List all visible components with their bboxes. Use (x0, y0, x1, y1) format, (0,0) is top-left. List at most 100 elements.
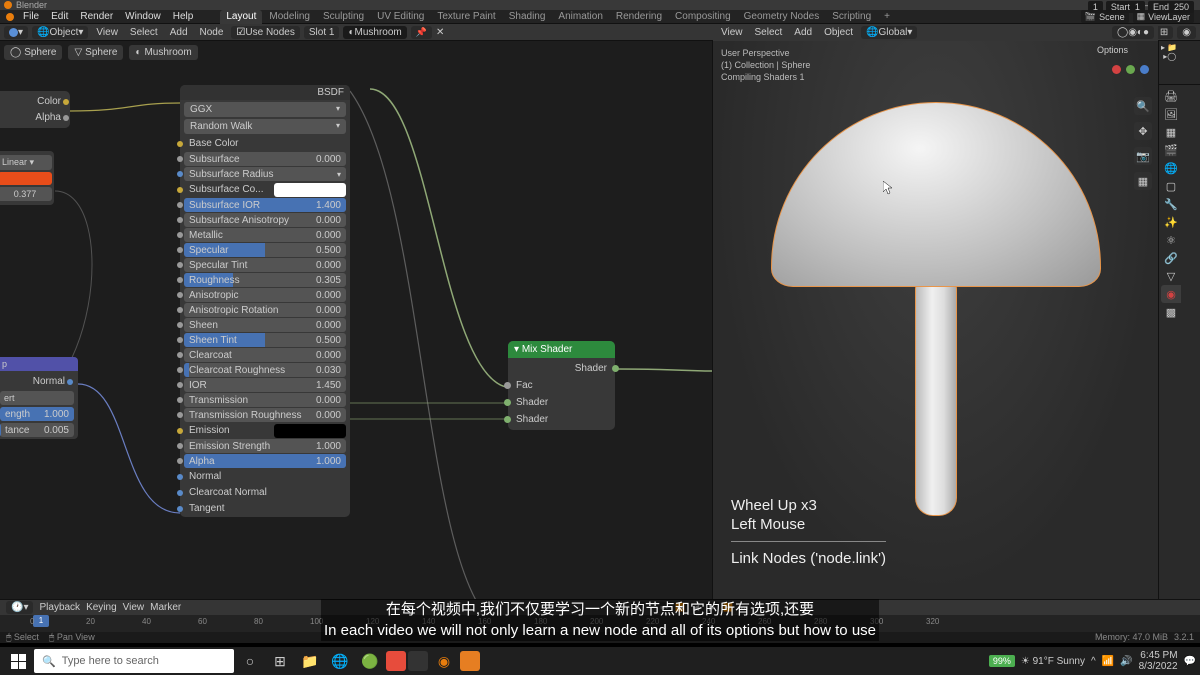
menu-edit[interactable]: Edit (46, 11, 73, 22)
output-tab-icon[interactable]: 🖼 (1161, 105, 1181, 123)
bsdf-emission-strength[interactable]: Emission Strength1.000 (184, 439, 346, 453)
menu-render[interactable]: Render (75, 11, 118, 22)
object-tab-icon[interactable]: ▢ (1161, 177, 1181, 195)
color-swatch[interactable] (0, 172, 52, 185)
bsdf-transmission-roughness[interactable]: Transmission Roughness0.000 (184, 408, 346, 422)
node-editor[interactable]: ◯Sphere ▽Sphere ◐Mushroom Color Alpha Li… (0, 41, 712, 599)
node-node-menu[interactable]: Node (196, 27, 228, 38)
scene-tab-icon[interactable]: 🎬 (1161, 141, 1181, 159)
pin-icon[interactable]: 📌 (411, 26, 432, 39)
normal-map-node[interactable]: p Normal ert ength1.000 tance0.005 (0, 357, 78, 439)
bsdf-anisotropic[interactable]: Anisotropic0.000 (184, 288, 346, 302)
bsdf-metallic[interactable]: Metallic0.000 (184, 228, 346, 242)
perspective-icon[interactable]: ▦ (1134, 172, 1152, 190)
move-icon[interactable]: ✥ (1134, 122, 1152, 140)
node-view-menu[interactable]: View (92, 27, 122, 38)
viewlayer-tab-icon[interactable]: ▦ (1161, 123, 1181, 141)
tl-view-menu[interactable]: View (123, 602, 145, 613)
particle-tab-icon[interactable]: ✨ (1161, 213, 1181, 231)
workspace-tab-scripting[interactable]: Scripting (826, 10, 877, 24)
workspace-tab-texture-paint[interactable]: Texture Paint (431, 10, 501, 24)
app-icon-2[interactable] (408, 651, 428, 671)
bsdf-sheen[interactable]: Sheen0.000 (184, 318, 346, 332)
options-dropdown[interactable]: Options (1097, 45, 1128, 55)
node-small-left[interactable]: Linear ▾ 0.377 (0, 151, 54, 205)
bc-material[interactable]: ◐Mushroom (129, 45, 197, 60)
value-field[interactable]: 0.377 (0, 187, 52, 201)
bsdf-subsurface-co-[interactable]: Subsurface Co... (184, 182, 346, 197)
material-selector[interactable]: ◐ Mushroom (343, 26, 406, 39)
notifications-icon[interactable]: 💬 (1184, 656, 1196, 667)
bc-mesh[interactable]: ▽Sphere (68, 45, 123, 60)
distribution-dropdown[interactable]: GGX (184, 102, 346, 117)
orientation-dropdown[interactable]: 🌐 Global ▾ (861, 26, 917, 39)
marker-menu[interactable]: Marker (150, 602, 181, 613)
use-nodes-checkbox[interactable]: ☑ Use Nodes (231, 26, 299, 39)
battery-status[interactable]: 99% (989, 655, 1015, 667)
workspace-tab-compositing[interactable]: Compositing (669, 10, 737, 24)
bsdf-specular[interactable]: Specular0.500 (184, 243, 346, 257)
workspace-tab-shading[interactable]: Shading (503, 10, 552, 24)
workspace-tab-geometry-nodes[interactable]: Geometry Nodes (738, 10, 826, 24)
bsdf-transmission[interactable]: Transmission0.000 (184, 393, 346, 407)
bsdf-anisotropic-rotation[interactable]: Anisotropic Rotation0.000 (184, 303, 346, 317)
app-icon-1[interactable] (386, 651, 406, 671)
overlay-icon[interactable]: ◉ (1177, 26, 1196, 39)
bsdf-subsurface-anisotropy[interactable]: Subsurface Anisotropy0.000 (184, 213, 346, 227)
workspace-tab-uv-editing[interactable]: UV Editing (371, 10, 430, 24)
menu-file[interactable]: File (18, 11, 44, 22)
distance-slider[interactable]: tance0.005 (0, 423, 74, 437)
end-frame[interactable]: End 250 (1148, 1, 1194, 13)
cortana-icon[interactable]: ○ (236, 649, 264, 673)
z-axis-icon[interactable] (1140, 65, 1149, 74)
explorer-icon[interactable]: 📁 (296, 649, 324, 673)
clock[interactable]: 6:45 PM 8/3/2022 (1139, 650, 1178, 672)
edge-icon[interactable]: 🌐 (326, 649, 354, 673)
bsdf-sheen-tint[interactable]: Sheen Tint0.500 (184, 333, 346, 347)
texture-tab-icon[interactable]: ▩ (1161, 303, 1181, 321)
mix-shader-node[interactable]: ▾ Mix Shader Shader Fac Shader Shader (508, 341, 615, 430)
slot-dropdown[interactable]: Slot 1 (304, 26, 340, 39)
bsdf-roughness[interactable]: Roughness0.305 (184, 273, 346, 287)
bsdf-specular-tint[interactable]: Specular Tint0.000 (184, 258, 346, 272)
node-select-menu[interactable]: Select (126, 27, 162, 38)
bsdf-subsurface-ior[interactable]: Subsurface IOR1.400 (184, 198, 346, 212)
playback-menu[interactable]: Playback (39, 602, 80, 613)
bsdf-subsurface-radius[interactable]: Subsurface Radius (184, 167, 346, 181)
workspace-tab-animation[interactable]: Animation (552, 10, 608, 24)
workspace-tab-rendering[interactable]: Rendering (610, 10, 668, 24)
bc-object[interactable]: ◯Sphere (4, 45, 62, 60)
shading-mode-buttons[interactable]: ◯◉◐● (1112, 26, 1154, 39)
bsdf-clearcoat-roughness[interactable]: Clearcoat Roughness0.030 (184, 363, 346, 377)
app-icon-3[interactable] (460, 651, 480, 671)
space-dropdown[interactable]: ert (0, 391, 74, 405)
workspace-tab-layout[interactable]: Layout (220, 10, 262, 24)
playhead[interactable]: 1 (33, 615, 49, 627)
node-partial-left[interactable]: Color Alpha (0, 91, 70, 128)
mix-shader2-input[interactable]: Shader (508, 411, 615, 428)
workspace-tab-+[interactable]: + (878, 10, 896, 24)
render-tab-icon[interactable]: 🖨 (1161, 87, 1181, 105)
x-axis-icon[interactable] (1112, 65, 1121, 74)
mix-shader1-input[interactable]: Shader (508, 394, 615, 411)
mix-fac-input[interactable]: Fac (508, 377, 615, 394)
camera-icon[interactable]: 📷 (1134, 147, 1152, 165)
wifi-icon[interactable]: 📶 (1102, 656, 1114, 667)
material-tab-icon[interactable]: ◉ (1161, 285, 1181, 303)
data-tab-icon[interactable]: ▽ (1161, 267, 1181, 285)
blender-taskbar-icon[interactable]: ◉ (430, 649, 458, 673)
weather-widget[interactable]: ☀ 91°F Sunny (1021, 656, 1085, 667)
chrome-icon[interactable]: 🟢 (356, 649, 384, 673)
modifier-tab-icon[interactable]: 🔧 (1161, 195, 1181, 213)
close-material-icon[interactable]: ✕ (436, 27, 444, 38)
physics-tab-icon[interactable]: ⚛ (1161, 231, 1181, 249)
editor-type-dropdown[interactable]: ▾ (4, 26, 28, 39)
current-frame[interactable]: 1 (1088, 1, 1103, 13)
menu-window[interactable]: Window (120, 11, 166, 22)
workspace-tab-sculpting[interactable]: Sculpting (317, 10, 370, 24)
timeline-editor-dropdown[interactable]: 🕐▾ (6, 601, 33, 614)
principled-bsdf-node[interactable]: BSDF GGX Random Walk Base ColorSubsurfac… (180, 85, 350, 517)
taskbar-search[interactable]: 🔍Type here to search (34, 649, 234, 673)
vp-select-menu[interactable]: Select (751, 27, 787, 38)
start-button[interactable] (4, 649, 32, 673)
